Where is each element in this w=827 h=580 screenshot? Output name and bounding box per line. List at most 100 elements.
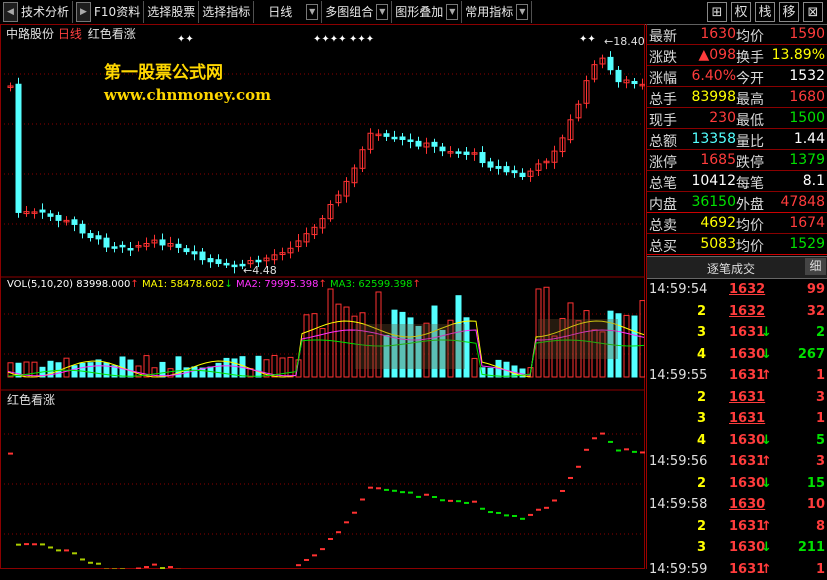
trade-volume: 3 <box>815 454 825 469</box>
trade-volume: 99 <box>806 282 825 297</box>
trade-row: 14:59:55 1631 ↑ 1 <box>647 365 827 386</box>
trade-seq: 4 <box>697 346 707 362</box>
quote-label: 今开 <box>736 71 764 87</box>
toolbar-item-period[interactable]: 日线 ▼ <box>254 1 323 23</box>
candle-body <box>71 219 78 225</box>
toolbar-item-multi-chart[interactable]: 多图组合 ▼ <box>322 1 393 23</box>
trade-time: 14:59:55 <box>649 368 708 383</box>
toolbar-item-tech-analysis[interactable]: ◀ 技术分析 <box>0 1 74 23</box>
candle-body <box>383 133 390 137</box>
toolbar-item-select-stock[interactable]: 选择股票 <box>144 1 200 23</box>
toolbar-item-overlay[interactable]: 图形叠加 ▼ <box>392 1 463 23</box>
trade-row: 14:59:59 1631 ↑ 1 <box>647 559 827 580</box>
volume-bar <box>7 362 14 378</box>
trade-price: 1632 <box>729 303 766 319</box>
trade-price: 1630 <box>729 540 766 555</box>
rights-button[interactable]: 权 <box>731 2 751 22</box>
quote-label: 内盘 <box>649 197 677 213</box>
arrow-up-icon: ↑ <box>761 454 772 469</box>
candle-body <box>87 233 94 239</box>
quote-panel: 最新 1630 均价 1590 涨跌 ▲098 换手 13.89% 涨幅 6.40% 今开 1532 总… <box>646 24 827 577</box>
toolbar-back-icon[interactable]: ◀ <box>3 2 18 22</box>
signal-marker: ✦✦✦ <box>349 34 375 45</box>
chevron-down-icon[interactable]: ▼ <box>376 4 389 20</box>
quote-value: 1590 <box>789 26 825 42</box>
trade-volume: 8 <box>815 518 825 534</box>
trade-seq: 2 <box>697 518 707 534</box>
quote-value: 230 <box>709 110 736 126</box>
quote-value: 1630 <box>700 26 736 42</box>
grid-icon[interactable]: ⊞ <box>707 2 727 22</box>
quote-row: 最新 1630 均价 1590 <box>647 24 827 45</box>
volume-bar <box>335 303 342 378</box>
toolbar-arrow-icon[interactable]: ▶ <box>76 2 92 22</box>
toolbar-item-select-indicator[interactable]: 选择指标 <box>199 1 255 23</box>
signal-marker: ✦✦ <box>579 34 596 45</box>
chevron-down-icon[interactable]: ▼ <box>516 4 529 20</box>
trade-volume: 15 <box>806 475 825 491</box>
volume-bar <box>191 366 198 378</box>
quote-value: 1685 <box>700 152 736 168</box>
arrow-down-icon: ↓ <box>761 432 772 448</box>
volume-legend: VOL(5,10,20) 83998.000↑ MA1: 58478.602↓ … <box>7 279 421 290</box>
charts-canvas <box>0 24 645 569</box>
volume-bar <box>311 313 318 378</box>
quote-label: 总手 <box>649 92 677 108</box>
quote-label: 涨跌 <box>649 50 677 66</box>
toolbar-item-common-indicators[interactable]: 常用指标 ▼ <box>462 1 533 23</box>
trade-row: 3 1630 ↓ 211 <box>647 537 827 558</box>
signal-marker: ✦✦ <box>177 34 194 45</box>
trade-volume: 1 <box>815 368 825 383</box>
chevron-down-icon[interactable]: ▼ <box>306 4 319 20</box>
chart-area[interactable]: 中路股份 日线 红色看涨 第一股票公式网 www.chnmoney.com ✦✦… <box>0 24 645 569</box>
candle-body <box>47 213 54 217</box>
trade-volume: 1 <box>815 561 825 577</box>
volume-bar <box>303 314 310 378</box>
candle-body <box>615 69 622 83</box>
stack-button[interactable]: 栈 <box>755 2 775 22</box>
quote-value: 36150 <box>691 194 736 210</box>
quote-label: 总买 <box>649 239 677 255</box>
stock-name: 中路股份 <box>6 27 55 41</box>
indicator-name: 红色看涨 <box>87 27 136 41</box>
volume-bar <box>79 362 86 378</box>
quote-value: 13358 <box>691 131 736 147</box>
chevron-down-icon[interactable]: ▼ <box>446 4 459 20</box>
quote-row: 涨跌 ▲098 换手 13.89% <box>647 45 827 66</box>
quote-row: 总手 83998 最高 1680 <box>647 87 827 108</box>
candle-body <box>191 251 198 255</box>
arrow-down-icon: ↓ <box>761 540 772 555</box>
close-icon[interactable]: ⊠ <box>803 2 823 22</box>
indicator-panel-label: 红色看涨 <box>7 393 56 407</box>
low-price-label: ←4.48 <box>243 264 277 277</box>
quote-value: 1500 <box>789 110 825 126</box>
volume-bar <box>255 355 262 378</box>
quote-row: 总买 5083 均价 1529 <box>647 234 827 255</box>
quote-label: 均价 <box>736 239 764 255</box>
candle-body <box>183 248 190 253</box>
volume-bar <box>319 328 326 378</box>
trade-row: 14:59:54 1632 99 <box>647 279 827 300</box>
arrow-down-icon: ↓ <box>761 346 772 362</box>
candle-body <box>495 166 502 169</box>
quote-value: 10412 <box>691 173 736 189</box>
candle-body <box>463 151 470 155</box>
quote-value: 1680 <box>789 89 825 105</box>
tab-tick-trades[interactable]: 逐笔成交 <box>707 260 755 277</box>
toolbar-item-f10[interactable]: ▶ F10资料 <box>73 1 145 23</box>
candle-body <box>127 247 134 251</box>
quote-value: 1.44 <box>793 131 825 147</box>
move-button[interactable]: 移 <box>779 2 799 22</box>
trade-price: 1631 <box>729 368 766 383</box>
quote-row: 现手 230 最低 1500 <box>647 108 827 129</box>
quote-label: 最低 <box>736 113 764 129</box>
trade-price: 1631 <box>729 411 766 426</box>
quote-row: 总笔 10412 每笔 8.1 <box>647 171 827 192</box>
volume-bar <box>631 315 638 378</box>
candle-body <box>455 151 462 154</box>
tab-detail[interactable]: 细 <box>805 258 826 275</box>
quote-label: 均价 <box>736 29 764 45</box>
trade-row: 3 1631 ↓ 2 <box>647 322 827 343</box>
volume-bar <box>95 359 102 378</box>
trade-row: 2 1631 3 <box>647 387 827 408</box>
